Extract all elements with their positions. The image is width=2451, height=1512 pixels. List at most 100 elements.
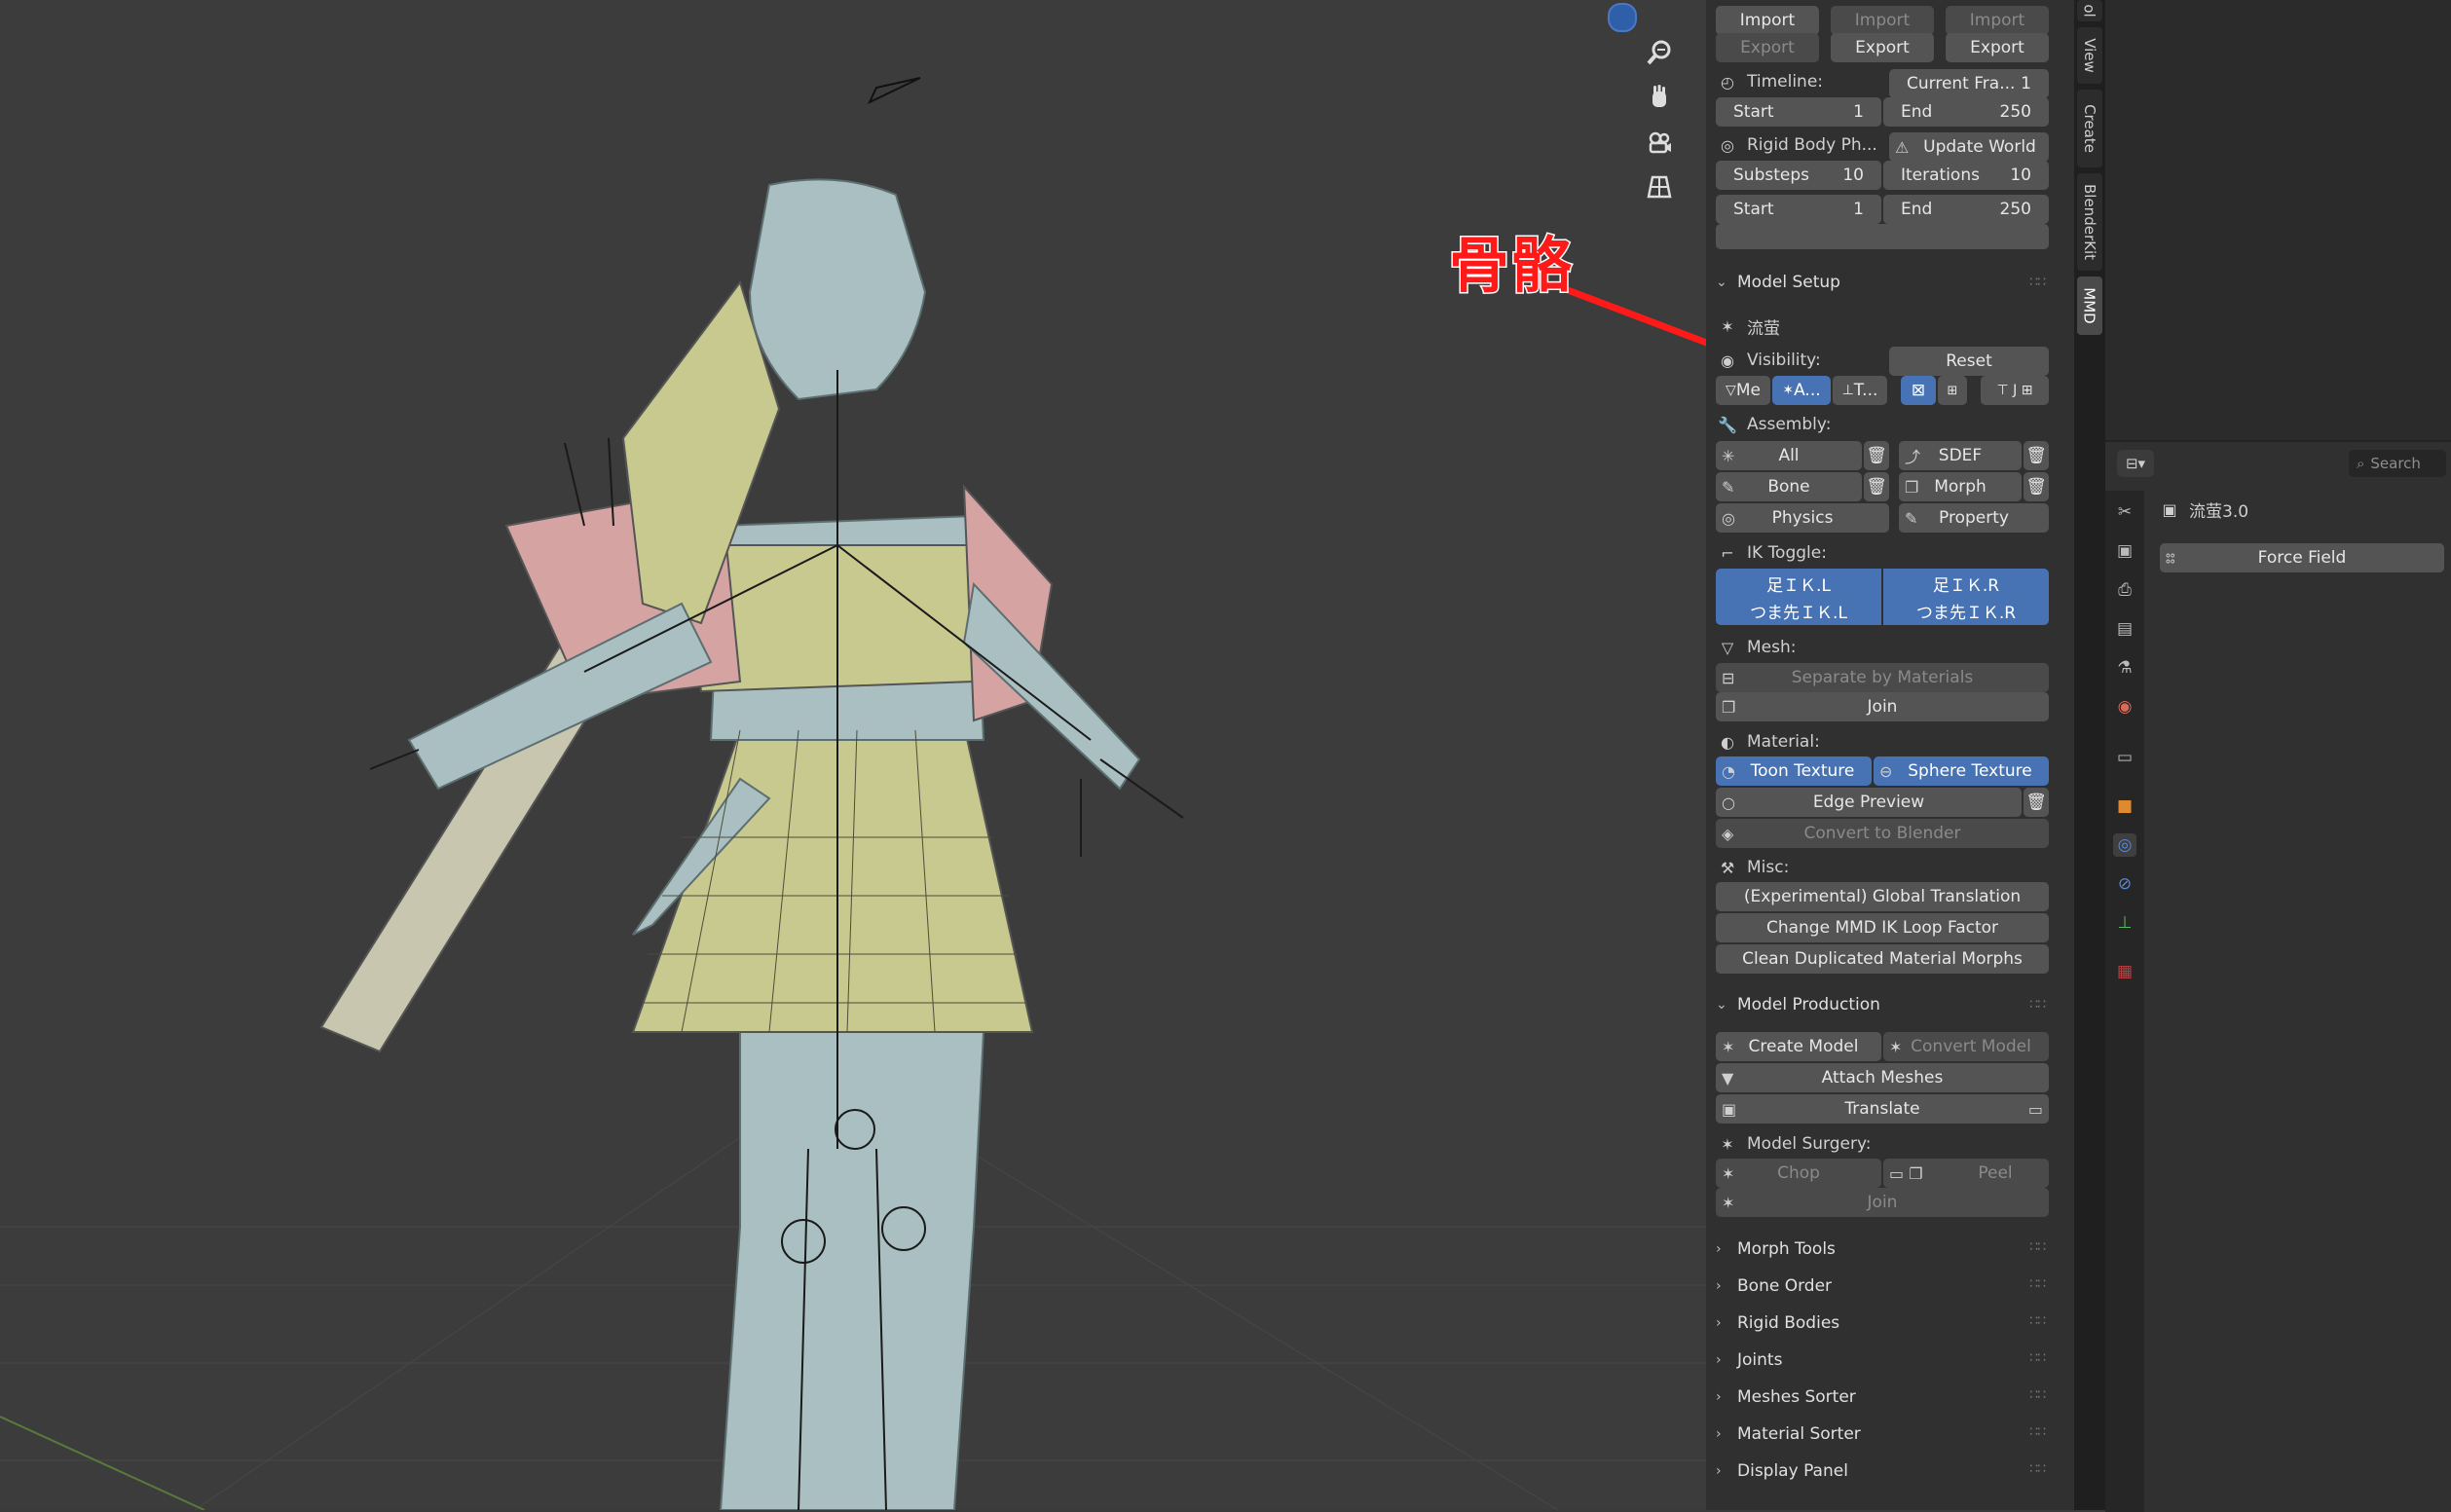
assembly-physics-button[interactable]: ◎ Physics bbox=[1716, 503, 1889, 533]
section-meshes-sorter[interactable]: › Meshes Sorter bbox=[1716, 1387, 1856, 1407]
edge-preview-button[interactable]: ○ Edge Preview bbox=[1716, 788, 2022, 817]
translate-button[interactable]: ▣ Translate ▭ bbox=[1716, 1094, 2049, 1124]
import-button-1[interactable]: Import bbox=[1716, 6, 1819, 35]
export-button-2[interactable]: Export bbox=[1831, 33, 1934, 62]
assembly-all-remove[interactable]: 🗑 bbox=[1864, 441, 1889, 470]
sphere-texture-toggle[interactable]: ⊖ Sphere Texture bbox=[1874, 756, 2049, 786]
timeline-start-field[interactable]: Start 1 bbox=[1716, 97, 1881, 127]
model-production-header[interactable]: ⌄ Model Production bbox=[1716, 995, 1880, 1014]
assembly-bone-button[interactable]: ✎ Bone bbox=[1716, 472, 1862, 501]
timeline-end-field[interactable]: End 250 bbox=[1883, 97, 2049, 127]
assembly-sdef-button[interactable]: ⤴ SDEF bbox=[1899, 441, 2022, 470]
tab-mmd[interactable]: MMD bbox=[2077, 277, 2102, 335]
convert-to-blender-button[interactable]: ◈ Convert to Blender bbox=[1716, 819, 2049, 848]
create-model-button[interactable]: ✶ Create Model bbox=[1716, 1032, 1881, 1061]
rigid-bake-button[interactable] bbox=[1716, 224, 2049, 249]
force-field-button[interactable]: ⦂⦂ Force Field bbox=[2160, 543, 2444, 572]
export-button-1[interactable]: Export bbox=[1716, 33, 1819, 62]
constraint-icon[interactable]: ⊘ bbox=[2113, 872, 2136, 896]
rigid-end-field[interactable]: End 250 bbox=[1883, 195, 2049, 224]
perspective-grid-icon[interactable] bbox=[1636, 164, 1683, 210]
drag-handle-icon[interactable]: ∷∷ bbox=[2029, 997, 2046, 1013]
object-icon[interactable]: ■ bbox=[2113, 794, 2136, 818]
current-frame-field[interactable]: Current Fra... 1 bbox=[1889, 69, 2049, 98]
texture-icon[interactable]: ▦ bbox=[2113, 960, 2136, 983]
vis-joint-toggle[interactable]: ⊤ J ⊞ bbox=[1981, 376, 2049, 405]
section-material-sorter[interactable]: › Material Sorter bbox=[1716, 1424, 1861, 1444]
vis-rigidbody-toggle[interactable]: ⊠ bbox=[1901, 376, 1936, 405]
section-rigid-bodies[interactable]: › Rigid Bodies bbox=[1716, 1313, 1839, 1333]
collection-icon[interactable]: ▭ bbox=[2113, 746, 2136, 769]
chop-button[interactable]: ✶ Chop bbox=[1716, 1159, 1881, 1188]
editor-type-icon[interactable]: ⊟▾ bbox=[2117, 450, 2154, 477]
sphere-icon: ⊖ bbox=[1879, 761, 1893, 781]
vis-temp-toggle[interactable]: ⊥ T... bbox=[1833, 376, 1887, 405]
section-bone-order[interactable]: › Bone Order bbox=[1716, 1276, 1832, 1296]
tool-icon[interactable]: ✂ bbox=[2113, 500, 2136, 524]
chevron-right-icon: › bbox=[1716, 1352, 1722, 1368]
separate-by-materials-button[interactable]: ⊟ Separate by Materials bbox=[1716, 663, 2049, 692]
attach-meshes-button[interactable]: ▼ Attach Meshes bbox=[1716, 1063, 2049, 1092]
clean-morphs-button[interactable]: Clean Duplicated Material Morphs bbox=[1716, 944, 2049, 974]
vis-rigidbody-name-toggle[interactable]: ⊞ bbox=[1938, 376, 1967, 405]
toon-texture-toggle[interactable]: ◔ Toon Texture bbox=[1716, 756, 1872, 786]
zoom-icon[interactable] bbox=[1636, 29, 1683, 76]
iterations-field[interactable]: Iterations 10 bbox=[1883, 161, 2049, 190]
import-button-3[interactable]: Import bbox=[1946, 6, 2049, 35]
section-display-panel[interactable]: › Display Panel bbox=[1716, 1461, 1848, 1481]
data-icon[interactable]: ⊥ bbox=[2113, 911, 2136, 935]
render-icon[interactable]: ▣ bbox=[2113, 539, 2136, 563]
physics-icon[interactable]: ◎ bbox=[2113, 833, 2136, 857]
ik-foot-r-toggle[interactable]: 足ＩＫ.R bbox=[1883, 569, 2049, 598]
orientation-gizmo-dot[interactable] bbox=[1608, 3, 1637, 32]
peel-button[interactable]: ▭ ❐ Peel bbox=[1883, 1159, 2049, 1188]
assembly-bone-remove[interactable]: 🗑 bbox=[1864, 472, 1889, 501]
assembly-sdef-remove[interactable]: 🗑 bbox=[2024, 441, 2049, 470]
drag-handle-icon[interactable]: ∷∷ bbox=[2029, 1424, 2046, 1440]
drag-handle-icon[interactable]: ∷∷ bbox=[2029, 1461, 2046, 1477]
vis-mesh-toggle[interactable]: ▽ Me bbox=[1716, 376, 1770, 405]
assembly-property-button[interactable]: ✎ Property bbox=[1899, 503, 2049, 533]
drag-handle-icon[interactable]: ∷∷ bbox=[2029, 1350, 2046, 1366]
assembly-morph-remove[interactable]: 🗑 bbox=[2024, 472, 2049, 501]
ik-loop-factor-button[interactable]: Change MMD IK Loop Factor bbox=[1716, 913, 2049, 942]
drag-handle-icon[interactable]: ∷∷ bbox=[2029, 1313, 2046, 1329]
ik-toe-r-toggle[interactable]: つま先ＩＫ.R bbox=[1883, 596, 2049, 625]
ik-foot-l-toggle[interactable]: 足ＩＫ.L bbox=[1716, 569, 1881, 598]
vis-armature-toggle[interactable]: ✶ A... bbox=[1772, 376, 1831, 405]
assembly-all-button[interactable]: ✳ All bbox=[1716, 441, 1862, 470]
section-joints[interactable]: › Joints bbox=[1716, 1350, 1782, 1370]
tab-view[interactable]: View bbox=[2077, 27, 2102, 84]
world-icon[interactable]: ◉ bbox=[2113, 695, 2136, 719]
surgery-join-button[interactable]: ✶ Join bbox=[1716, 1188, 2049, 1217]
visibility-reset-button[interactable]: Reset bbox=[1889, 347, 2049, 376]
export-button-3[interactable]: Export bbox=[1946, 33, 2049, 62]
substeps-field[interactable]: Substeps 10 bbox=[1716, 161, 1881, 190]
update-world-button[interactable]: ⚠ Update World bbox=[1889, 132, 2049, 162]
drag-handle-icon[interactable]: ∷∷ bbox=[2029, 275, 2046, 290]
camera-view-icon[interactable] bbox=[1636, 119, 1683, 166]
scene-icon[interactable]: ⚗ bbox=[2113, 656, 2136, 680]
edge-preview-remove[interactable]: 🗑 bbox=[2024, 788, 2049, 817]
3d-viewport[interactable]: 骨骼 刚体 bbox=[0, 0, 1706, 1510]
drag-handle-icon[interactable]: ∷∷ bbox=[2029, 1276, 2046, 1292]
import-button-2[interactable]: Import bbox=[1831, 6, 1934, 35]
properties-search[interactable]: ⌕ Search bbox=[2349, 450, 2446, 477]
drag-handle-icon[interactable]: ∷∷ bbox=[2029, 1239, 2046, 1255]
output-icon[interactable]: ⎙ bbox=[2113, 578, 2136, 602]
mesh-join-button[interactable]: ❐ Join bbox=[1716, 692, 2049, 721]
tab-create[interactable]: Create bbox=[2077, 90, 2102, 167]
view-layer-icon[interactable]: ▤ bbox=[2113, 617, 2136, 641]
join-icon: ✶ bbox=[1722, 1193, 1735, 1212]
section-morph-tools[interactable]: › Morph Tools bbox=[1716, 1239, 1836, 1259]
model-setup-header[interactable]: ⌄ Model Setup bbox=[1716, 273, 1840, 292]
tab-tool[interactable]: ol bbox=[2077, 0, 2102, 21]
convert-model-button[interactable]: ✶ Convert Model bbox=[1883, 1032, 2049, 1061]
assembly-morph-button[interactable]: ❐ Morph bbox=[1899, 472, 2022, 501]
rigid-start-field[interactable]: Start 1 bbox=[1716, 195, 1881, 224]
global-translation-button[interactable]: (Experimental) Global Translation bbox=[1716, 882, 2049, 911]
pan-hand-icon[interactable] bbox=[1636, 74, 1683, 121]
drag-handle-icon[interactable]: ∷∷ bbox=[2029, 1387, 2046, 1403]
tab-blenderkit[interactable]: BlenderKit bbox=[2077, 173, 2102, 271]
ik-toe-l-toggle[interactable]: つま先ＩＫ.L bbox=[1716, 596, 1881, 625]
